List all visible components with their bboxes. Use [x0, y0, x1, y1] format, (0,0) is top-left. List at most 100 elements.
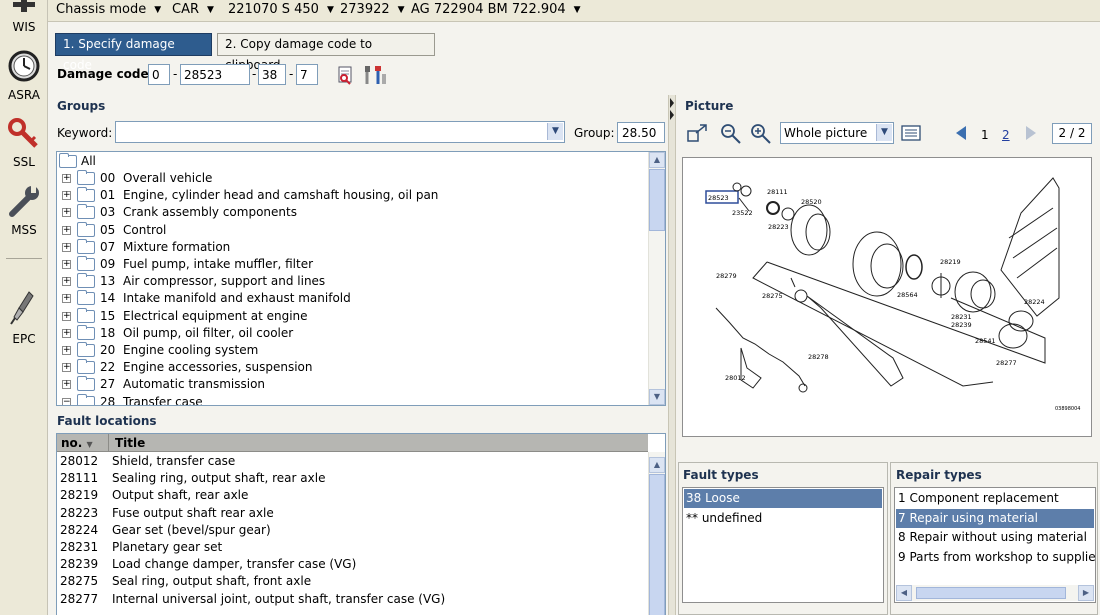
model-select[interactable]: 221070 S 450 ▼ [228, 2, 334, 17]
table-row[interactable]: 28231 Planetary gear set [57, 539, 647, 556]
step-specify-damage-code[interactable]: 1. Specify damage code [55, 33, 212, 72]
expand-icon[interactable]: + [62, 225, 71, 235]
tree-item-18[interactable]: +18 Oil pump, oil filter, oil cooler [57, 324, 647, 342]
expand-icon[interactable]: + [62, 260, 71, 269]
document-search-icon[interactable] [336, 65, 356, 85]
diagram-label[interactable]: 28012 [725, 374, 746, 382]
fault-locations-scrollbar[interactable]: ▲ [648, 452, 665, 615]
expand-icon[interactable]: + [62, 242, 71, 252]
diagram-label[interactable]: 28523 [708, 194, 729, 202]
table-row[interactable]: 28111 Sealing ring, output shaft, rear ax… [57, 470, 647, 487]
tree-item-00[interactable]: +00 Overall vehicle [57, 170, 647, 187]
engine-select[interactable]: 273922 ▼ [340, 2, 405, 17]
tree-item-07[interactable]: +07 Mixture formation [57, 238, 647, 256]
expand-icon[interactable]: + [62, 311, 71, 321]
diagram-label[interactable]: 28541 [975, 337, 996, 345]
scroll-right-icon[interactable]: ▶ [1078, 585, 1094, 601]
next-page-icon[interactable] [1024, 125, 1038, 141]
table-row[interactable]: 28275 Seal ring, output shaft, front axle [57, 573, 647, 590]
table-row[interactable]: 28223 Fuse output shaft rear axle [57, 505, 647, 522]
table-row[interactable]: 28012 Shield, transfer case [57, 453, 647, 470]
tree-item-15[interactable]: +15 Electrical equipment at engine [57, 307, 647, 325]
diagram-label[interactable]: 28219 [940, 258, 961, 266]
scroll-up-icon[interactable]: ▲ [649, 457, 665, 473]
diagram-label[interactable]: 28223 [768, 223, 789, 231]
diagram-label[interactable]: 28520 [801, 198, 822, 206]
parts-diagram[interactable]: 28523 28111 28520 23522 28223 28279 2827… [682, 157, 1092, 437]
scroll-down-icon[interactable]: ▼ [649, 389, 665, 405]
collapse-icon[interactable]: − [62, 397, 71, 405]
tree-item-22[interactable]: +22 Engine accessories, suspension [57, 359, 647, 376]
diagram-label[interactable]: 28275 [762, 292, 783, 300]
picture-view-select[interactable]: Whole picture ▼ [780, 122, 894, 144]
scroll-up-icon[interactable]: ▲ [649, 152, 665, 168]
table-row[interactable]: 28277 Internal universal joint, output sh… [57, 591, 647, 608]
fault-type-item[interactable]: ** undefined [684, 509, 882, 528]
tree-root-all[interactable]: All [57, 153, 647, 170]
table-row[interactable]: 28219 Output shaft, rear axle [57, 487, 647, 504]
table-row[interactable]: 28224 Gear set (bevel/spur gear) [57, 522, 647, 539]
previous-page-icon[interactable] [954, 125, 968, 141]
sidebar-item-asra[interactable]: ASRA [0, 48, 48, 104]
diagram-label[interactable]: 28279 [716, 272, 737, 280]
sidebar-item-ssl[interactable]: SSL [0, 116, 48, 172]
diagram-label[interactable]: 28277 [996, 359, 1017, 367]
groups-scrollbar[interactable]: ▲ ▼ [648, 152, 665, 405]
tree-item-13[interactable]: +13 Air compressor, support and lines [57, 273, 647, 290]
diagram-label[interactable]: 28239 [951, 321, 972, 329]
sidebar-item-wis[interactable]: WIS [0, 0, 48, 36]
fault-type-item[interactable]: 38 Loose [684, 489, 882, 508]
diagram-label[interactable]: 23522 [732, 209, 753, 217]
scroll-thumb[interactable] [916, 587, 1066, 599]
expand-icon[interactable]: + [62, 208, 71, 218]
vehicle-type-select[interactable]: CAR ▼ [172, 2, 214, 17]
diagram-label[interactable]: 28564 [897, 291, 918, 299]
table-row[interactable]: 28239 Load change damper, transfer case (… [57, 556, 647, 573]
scroll-thumb[interactable] [649, 169, 665, 231]
damage-code-part3[interactable] [258, 64, 286, 85]
chevron-down-icon[interactable]: ▼ [876, 124, 892, 141]
expand-icon[interactable]: + [62, 346, 71, 355]
tree-item-09[interactable]: +09 Fuel pump, intake muffler, filter [57, 256, 647, 273]
damage-code-part4[interactable] [296, 64, 318, 85]
expand-icon[interactable]: + [62, 191, 71, 201]
expand-icon[interactable]: + [62, 277, 71, 287]
tree-item-27[interactable]: +27 Automatic transmission [57, 376, 647, 393]
scroll-thumb[interactable] [649, 474, 665, 615]
tools-icon[interactable] [362, 64, 388, 86]
zoom-in-icon[interactable] [750, 123, 774, 145]
sidebar-item-mss[interactable]: MSS [0, 182, 48, 238]
tree-item-01[interactable]: +01 Engine, cylinder head and camshaft ho… [57, 187, 647, 204]
list-view-icon[interactable] [900, 123, 924, 145]
column-header-title[interactable]: Title [108, 434, 648, 452]
repair-types-hscrollbar[interactable]: ◀ ▶ [896, 585, 1094, 601]
damage-code-part1[interactable] [148, 64, 170, 85]
column-header-no[interactable]: no. ▼ [57, 434, 108, 452]
tree-item-20[interactable]: +20 Engine cooling system [57, 342, 647, 359]
diagram-label[interactable]: 28111 [767, 188, 788, 196]
expand-icon[interactable]: + [62, 380, 71, 390]
diagram-label[interactable]: 28231 [951, 313, 972, 321]
expand-icon[interactable]: + [62, 363, 71, 373]
zoom-out-icon[interactable] [720, 123, 744, 145]
diagram-label[interactable]: 28224 [1024, 298, 1045, 306]
zoom-area-icon[interactable] [686, 123, 710, 145]
damage-code-part2[interactable] [180, 64, 250, 85]
group-field[interactable]: 28.50 [617, 122, 665, 143]
repair-type-item[interactable]: 8 Repair without using material [896, 528, 1094, 547]
sidebar-item-epc[interactable]: EPC [0, 288, 48, 348]
transmission-select[interactable]: AG 722904 BM 722.904 ▼ [411, 2, 581, 17]
tree-item-03[interactable]: +03 Crank assembly components [57, 204, 647, 221]
keyword-input[interactable]: ▼ [115, 121, 565, 143]
expand-icon[interactable]: + [62, 328, 71, 338]
page-link-2[interactable]: 2 [1002, 128, 1010, 142]
tree-item-14[interactable]: +14 Intake manifold and exhaust manifold [57, 290, 647, 307]
chassis-mode-select[interactable]: Chassis mode ▼ [56, 2, 161, 17]
step-copy-damage-code[interactable]: 2. Copy damage code to clipboard [217, 33, 435, 72]
collapse-arrows-icon[interactable] [669, 97, 675, 137]
panel-splitter[interactable] [668, 95, 676, 615]
chevron-down-icon[interactable]: ▼ [547, 123, 563, 140]
expand-icon[interactable]: + [62, 294, 71, 304]
tree-item-28[interactable]: − 28 Transfer case [57, 393, 647, 405]
scroll-left-icon[interactable]: ◀ [896, 585, 912, 601]
